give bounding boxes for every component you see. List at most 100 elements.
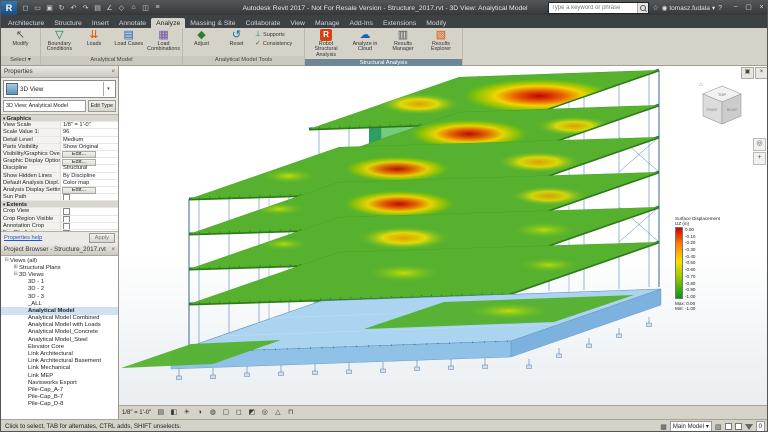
property-row[interactable]: Graphics (1, 115, 118, 122)
browser-tree-item[interactable]: Link Mechanical (1, 365, 118, 372)
ribbon-tab[interactable]: Annotate (114, 18, 151, 28)
edit-type-button[interactable]: Edit Type (88, 100, 116, 112)
property-row[interactable]: Crop View (1, 208, 118, 215)
browser-tree-item[interactable]: Analytical Model_Steel (1, 336, 118, 343)
robot-structural-analysis-button[interactable]: R Robot Structural Analysis (307, 29, 345, 58)
render-icon[interactable]: ◍ (207, 407, 218, 418)
ribbon-tab[interactable]: View (285, 18, 310, 28)
save-icon[interactable]: ▣ (44, 4, 55, 12)
account-menu[interactable]: ◉ tomasz.fudala ▾ (662, 4, 715, 12)
browser-tree-item[interactable]: Link MEP (1, 372, 118, 379)
3d-analytical-model[interactable] (119, 66, 768, 405)
tag-icon[interactable]: ◇ (116, 4, 127, 12)
minimize-button[interactable]: − (729, 2, 742, 14)
ribbon-tab[interactable]: Insert (87, 18, 114, 28)
chevron-down-icon[interactable]: ▾ (103, 82, 113, 96)
filter-icon[interactable] (745, 424, 753, 430)
temporary-hide-isolate-icon[interactable]: ◩ (246, 407, 257, 418)
property-row[interactable]: Detail Level Medium (1, 137, 118, 144)
property-row[interactable]: Sun Path (1, 194, 118, 201)
browser-tree-item[interactable]: 3D - 3 (1, 293, 118, 300)
consistency-button[interactable]: ✓ Consistency (255, 40, 292, 47)
property-row[interactable]: Visibility/Graphics Over... Edit... (1, 151, 118, 158)
print-icon[interactable]: ▤ (92, 4, 103, 12)
ribbon-tab[interactable]: Manage (310, 18, 345, 28)
browser-tree-item[interactable]: Pile-Cap_B-7 (1, 394, 118, 401)
default-3d-view-icon[interactable]: ⌂ (128, 4, 139, 12)
browser-tree-item[interactable]: Link Architectural Basement (1, 358, 118, 365)
design-options-icon[interactable]: ▧ (715, 423, 722, 431)
browser-tree-item[interactable]: Pile-Cap_A-7 (1, 386, 118, 393)
shadows-icon[interactable]: ◑ (194, 407, 205, 418)
panel-label-select[interactable]: Select ▾ (1, 56, 40, 65)
property-row[interactable]: Extents (1, 201, 118, 208)
browser-tree-item[interactable]: Analytical Model with Loads (1, 322, 118, 329)
section-icon[interactable]: ◫ (140, 4, 151, 12)
browser-tree-item[interactable]: 3D - 1 (1, 279, 118, 286)
load-cases-button[interactable]: ▤ Load Cases (112, 29, 145, 47)
close-button[interactable]: × (755, 2, 768, 14)
maximize-button[interactable]: ▢ (742, 2, 755, 14)
supports-button[interactable]: ⊥ Supports (255, 31, 292, 38)
show-crop-region-icon[interactable]: ◻ (233, 407, 244, 418)
property-row[interactable]: Graphic Display Options Edit... (1, 158, 118, 165)
tree-expander-icon[interactable]: ⊞ (12, 265, 19, 270)
ribbon-tab[interactable]: Architecture (3, 18, 49, 28)
ribbon-tab[interactable]: Add-Ins (345, 18, 378, 28)
worksets-icon[interactable]: ▦ (660, 423, 667, 431)
browser-tree-item[interactable]: Elevator Core (1, 343, 118, 350)
boundary-conditions-button[interactable]: ▽ Boundary Conditions (43, 29, 76, 53)
apply-button[interactable]: Apply (89, 233, 115, 243)
reveal-hidden-elements-icon[interactable]: ◎ (259, 407, 270, 418)
property-row[interactable]: Discipline Structural (1, 165, 118, 172)
property-row[interactable]: View Scale 1/8" = 1'-0" (1, 122, 118, 129)
load-combinations-button[interactable]: ▦ Load Combinations (147, 29, 180, 53)
results-legend[interactable]: Surface Displacement UZ (in) 0.00-0.10-0… (675, 216, 721, 311)
pan-icon[interactable]: + (753, 152, 766, 165)
results-explorer-button[interactable]: ▧ Results Explorer (423, 29, 459, 53)
ribbon-tab[interactable]: Extensions (378, 18, 421, 28)
help-icon[interactable]: ? (718, 5, 722, 12)
browser-tree-item[interactable]: Analytical Model Combined (1, 315, 118, 322)
sun-path-icon[interactable]: ☀ (181, 407, 192, 418)
panel-label-analytical-model[interactable]: Analytical Model (41, 56, 182, 65)
constraints-icon[interactable]: ⊓ (285, 407, 296, 418)
adjust-button[interactable]: ◆ Adjust (185, 29, 218, 47)
undo-icon[interactable]: ↶ (68, 4, 79, 12)
open-file-icon[interactable]: ▭ (32, 4, 43, 12)
search-icon[interactable] (637, 3, 648, 13)
design-option-select[interactable]: Main Model ▾ (670, 421, 712, 432)
viewcube[interactable]: ⌂ TOP FRONT RIGHT (695, 78, 749, 132)
viewcube-top-label[interactable]: TOP (718, 92, 726, 97)
measure-icon[interactable]: ∠ (104, 4, 115, 12)
ribbon-tab[interactable]: Collaborate (241, 18, 286, 28)
browser-tree-item[interactable]: ⊞ Structural Plans (1, 264, 118, 271)
search-input[interactable] (549, 4, 637, 12)
properties-help-link[interactable]: Properties help (4, 235, 42, 241)
sync-icon[interactable]: ↻ (56, 4, 67, 12)
detail-level-icon[interactable]: ▤ (155, 407, 166, 418)
property-row[interactable]: Analysis Display Settin... Edit... (1, 187, 118, 194)
browser-tree-item[interactable]: _ALL (1, 300, 118, 307)
favorites-star-icon[interactable]: ☆ (652, 4, 658, 12)
crop-view-icon[interactable]: ▢ (220, 407, 231, 418)
view-scale-control[interactable]: 1/8" = 1'-0" (122, 410, 153, 416)
steering-wheel-icon[interactable]: ◎ (753, 138, 766, 151)
property-row[interactable]: Parts Visibility Show Original (1, 144, 118, 151)
browser-tree-item[interactable]: ⊟ 3D Views (1, 271, 118, 278)
instance-selector[interactable]: 3D View: Analytical Model (3, 100, 86, 112)
browser-tree-item[interactable]: Navisworks Export (1, 379, 118, 386)
property-row[interactable]: Show Hidden Lines By Discipline (1, 173, 118, 180)
browser-tree-item[interactable]: 3D - 2 (1, 286, 118, 293)
property-row[interactable]: Crop Region Visible (1, 216, 118, 223)
tree-expander-icon[interactable]: ⊟ (12, 272, 19, 277)
close-icon[interactable]: × (111, 69, 115, 75)
restore-view-icon[interactable]: ▣ (741, 67, 754, 79)
loads-button[interactable]: ⇊ Loads (78, 29, 111, 47)
ribbon-tab[interactable]: Analyze (151, 18, 185, 28)
browser-tree-item[interactable]: Analytical Model_Concrete (1, 329, 118, 336)
viewcube-front-label[interactable]: FRONT (707, 108, 718, 112)
new-file-icon[interactable]: ◻ (20, 4, 31, 12)
visual-style-icon[interactable]: ◧ (168, 407, 179, 418)
viewcube-right-label[interactable]: RIGHT (727, 108, 737, 112)
